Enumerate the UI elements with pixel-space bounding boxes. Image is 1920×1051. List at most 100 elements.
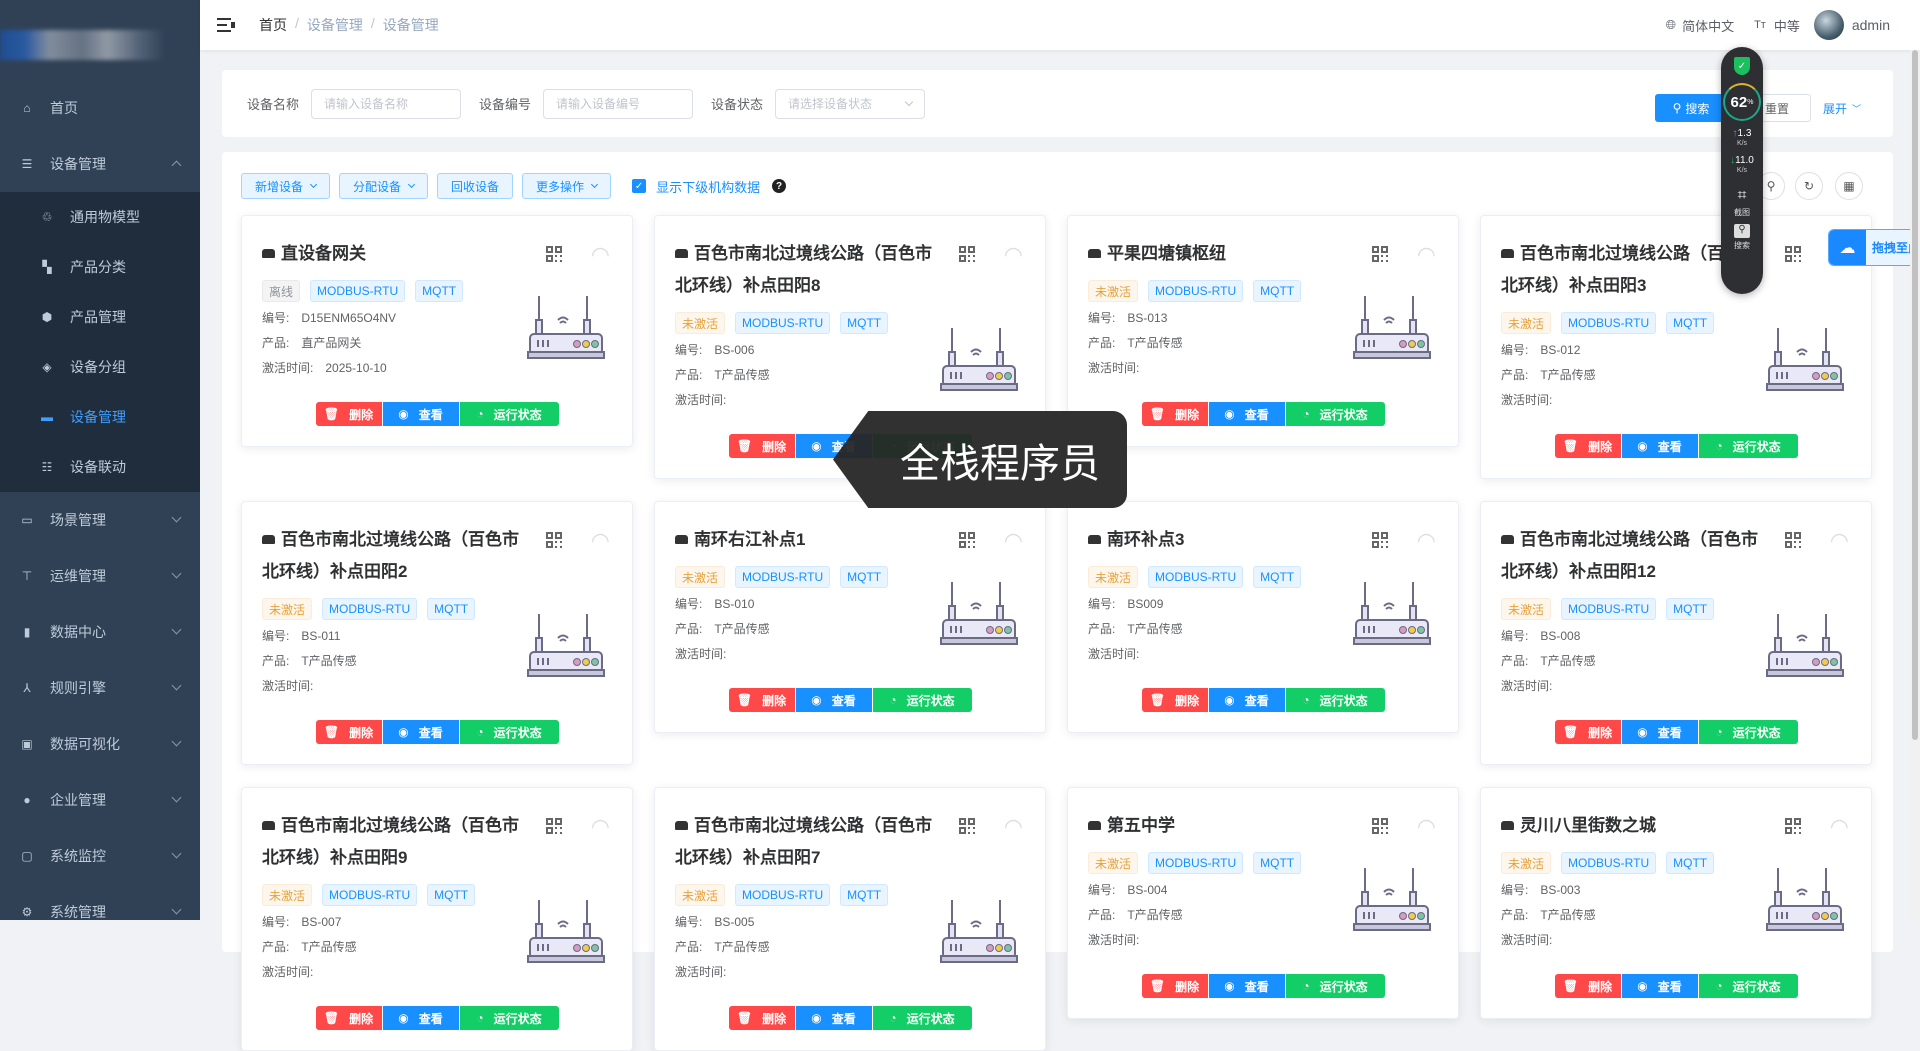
refresh-button[interactable]: ↻ xyxy=(1795,172,1823,200)
globe-icon[interactable]: 🌐︎ xyxy=(1666,17,1676,33)
view-button[interactable]: ◉查看 xyxy=(1207,974,1285,998)
size-select[interactable]: 中等 xyxy=(1774,16,1800,35)
run-status-button[interactable]: ◔运行状态 xyxy=(1284,402,1385,426)
system-monitor-widget[interactable]: ✓ 62% ↑1.3 K/s ↓11.0 K/s ⌗ 截图 ⚲ 搜索 xyxy=(1721,47,1763,294)
language-select[interactable]: 简体中文 xyxy=(1682,16,1734,35)
baidu-drop-button[interactable]: ☁ 拖拽至此 xyxy=(1828,229,1920,266)
view-button[interactable]: ◉查看 xyxy=(381,1006,459,1030)
sidebar-item-label: 系统管理 xyxy=(50,904,106,920)
search-icon[interactable]: ⚲ xyxy=(1734,224,1750,238)
view-button[interactable]: ◉查看 xyxy=(1620,434,1698,458)
submenu-item[interactable]: ♲ 通用物模型 xyxy=(0,192,200,242)
expand-button[interactable]: 展开 ﹀ xyxy=(1823,94,1861,122)
device-code-input[interactable]: 请输入设备编号 xyxy=(543,88,694,119)
device-card: 南环补点3 ◠ 未激活 MODBUS-RTU MQTT 编号: BS009 产品:… xyxy=(1067,501,1459,733)
qrcode-icon[interactable] xyxy=(1785,246,1801,262)
page-scrollbar[interactable] xyxy=(1910,50,1920,920)
device-status-select[interactable]: 请选择设备状态 xyxy=(775,88,926,119)
show-sub-org-label[interactable]: 显示下级机构数据 xyxy=(656,177,760,196)
trash-icon: 🗑︎ xyxy=(736,1011,753,1025)
columns-button[interactable]: ▦ xyxy=(1835,172,1863,200)
qrcode-icon[interactable] xyxy=(546,246,562,262)
delete-button[interactable]: 🗑︎ 删除 xyxy=(1554,974,1621,998)
delete-button[interactable]: 🗑︎ 删除 xyxy=(728,688,795,712)
delete-button[interactable]: 🗑︎ 删除 xyxy=(1554,434,1621,458)
sidebar-item[interactable]: ▣ 数据可视化 xyxy=(0,716,200,772)
more-actions-button[interactable]: 更多操作 xyxy=(522,173,612,199)
hamburger-icon[interactable] xyxy=(217,18,235,32)
recycle-device-button[interactable]: 回收设备 xyxy=(437,173,514,199)
run-status-button[interactable]: ◔运行状态 xyxy=(871,1006,972,1030)
delete-button[interactable]: 🗑︎ 删除 xyxy=(728,434,795,458)
username[interactable]: admin xyxy=(1852,17,1890,33)
view-button[interactable]: ◉查看 xyxy=(381,720,459,744)
qrcode-icon[interactable] xyxy=(1372,818,1388,834)
run-status-button[interactable]: ◔运行状态 xyxy=(1697,434,1798,458)
trash-icon: 🗑︎ xyxy=(323,407,340,421)
transport-tag: MQTT xyxy=(1666,598,1715,620)
submenu-item[interactable]: ⬢ 产品管理 xyxy=(0,292,200,342)
delete-button[interactable]: 🗑︎ 删除 xyxy=(315,402,382,426)
qrcode-icon[interactable] xyxy=(1785,818,1801,834)
help-icon[interactable]: ? xyxy=(772,179,787,193)
assign-device-button[interactable]: 分配设备 xyxy=(339,173,429,199)
view-button[interactable]: ◉查看 xyxy=(1620,720,1698,744)
view-button[interactable]: ◉查看 xyxy=(1207,402,1285,426)
delete-button[interactable]: 🗑︎ 删除 xyxy=(315,1006,382,1030)
view-button[interactable]: ◉查看 xyxy=(1620,974,1698,998)
search-button[interactable]: ⚲ 搜索 xyxy=(1655,94,1727,122)
sidebar-item[interactable]: ⌂ 首页 xyxy=(0,80,200,136)
delete-button[interactable]: 🗑︎ 删除 xyxy=(315,720,382,744)
qrcode-icon[interactable] xyxy=(959,246,975,262)
submenu-item[interactable]: ▚ 产品分类 xyxy=(0,242,200,292)
breadcrumb-home[interactable]: 首页 xyxy=(259,15,287,35)
device-name-input[interactable]: 请输入设备名称 xyxy=(311,88,462,119)
view-button[interactable]: ◉查看 xyxy=(381,402,459,426)
qrcode-icon[interactable] xyxy=(1785,532,1801,548)
sidebar-item[interactable]: ▮ 数据中心 xyxy=(0,604,200,660)
delete-button[interactable]: 🗑︎ 删除 xyxy=(1554,720,1621,744)
run-status-button[interactable]: ◔运行状态 xyxy=(1697,974,1798,998)
delete-button[interactable]: 🗑︎ 删除 xyxy=(1141,402,1208,426)
sidebar-item[interactable]: ▢ 系统监控 xyxy=(0,828,200,884)
protocol-tag: MODBUS-RTU xyxy=(1148,852,1244,874)
run-status-button[interactable]: ◔运行状态 xyxy=(1284,688,1385,712)
sidebar-item[interactable]: ⊤ 运维管理 xyxy=(0,548,200,604)
view-button[interactable]: ◉查看 xyxy=(794,688,872,712)
sidebar-item[interactable]: ☰ 设备管理 xyxy=(0,136,200,192)
submenu-item[interactable]: ◈ 设备分组 xyxy=(0,342,200,392)
qrcode-icon[interactable] xyxy=(959,532,975,548)
qrcode-icon[interactable] xyxy=(1372,246,1388,262)
submenu-item[interactable]: ▬ 设备管理 xyxy=(0,392,200,442)
sidebar-item[interactable]: ⚙ 系统管理 xyxy=(0,884,200,940)
run-status-button[interactable]: ◔运行状态 xyxy=(1284,974,1385,998)
crop-icon[interactable]: ⌗ xyxy=(1737,187,1746,205)
run-status-button[interactable]: ◔运行状态 xyxy=(1697,720,1798,744)
chevron-down-icon xyxy=(904,97,914,106)
run-status-button[interactable]: ◔运行状态 xyxy=(458,1006,559,1030)
view-button[interactable]: ◉查看 xyxy=(794,1006,872,1030)
qrcode-icon[interactable] xyxy=(959,818,975,834)
qrcode-icon[interactable] xyxy=(546,532,562,548)
widget-search-label[interactable]: 搜索 xyxy=(1734,240,1750,251)
run-status-button[interactable]: ◔运行状态 xyxy=(458,402,559,426)
view-button[interactable]: ◉查看 xyxy=(1207,688,1285,712)
run-status-button[interactable]: ◔运行状态 xyxy=(458,720,559,744)
sidebar-item[interactable]: ▭ 场景管理 xyxy=(0,492,200,548)
sidebar-item[interactable]: ⅄ 规则引擎 xyxy=(0,660,200,716)
qrcode-icon[interactable] xyxy=(546,818,562,834)
wifi-signal-icon: ◠ xyxy=(590,242,610,267)
avatar[interactable] xyxy=(1813,10,1844,40)
add-device-button[interactable]: 新增设备 xyxy=(241,173,331,199)
run-status-button[interactable]: ◔运行状态 xyxy=(871,688,972,712)
show-sub-org-checkbox[interactable]: ✓ xyxy=(632,179,647,193)
sidebar-item[interactable]: ● 企业管理 xyxy=(0,772,200,828)
screenshot-label[interactable]: 截图 xyxy=(1734,207,1750,218)
delete-button[interactable]: 🗑︎ 删除 xyxy=(1141,974,1208,998)
submenu-item[interactable]: ☷ 设备联动 xyxy=(0,442,200,492)
font-size-icon[interactable]: Tᴛ xyxy=(1754,19,1766,31)
delete-button[interactable]: 🗑︎ 删除 xyxy=(1141,688,1208,712)
device-card: 南环右江补点1 ◠ 未激活 MODBUS-RTU MQTT 编号: BS-010 … xyxy=(654,501,1046,733)
delete-button[interactable]: 🗑︎ 删除 xyxy=(728,1006,795,1030)
qrcode-icon[interactable] xyxy=(1372,532,1388,548)
